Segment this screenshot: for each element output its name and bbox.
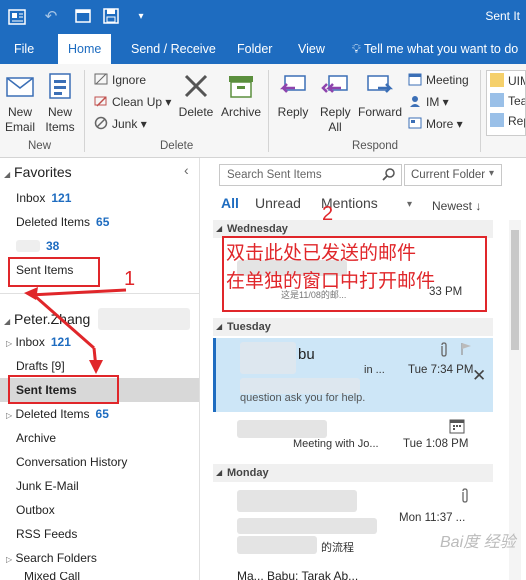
arrowhead-down-icon xyxy=(89,360,103,374)
watermark-logo: Bai度 经验 xyxy=(440,534,516,551)
annotation-arrows xyxy=(24,287,127,374)
